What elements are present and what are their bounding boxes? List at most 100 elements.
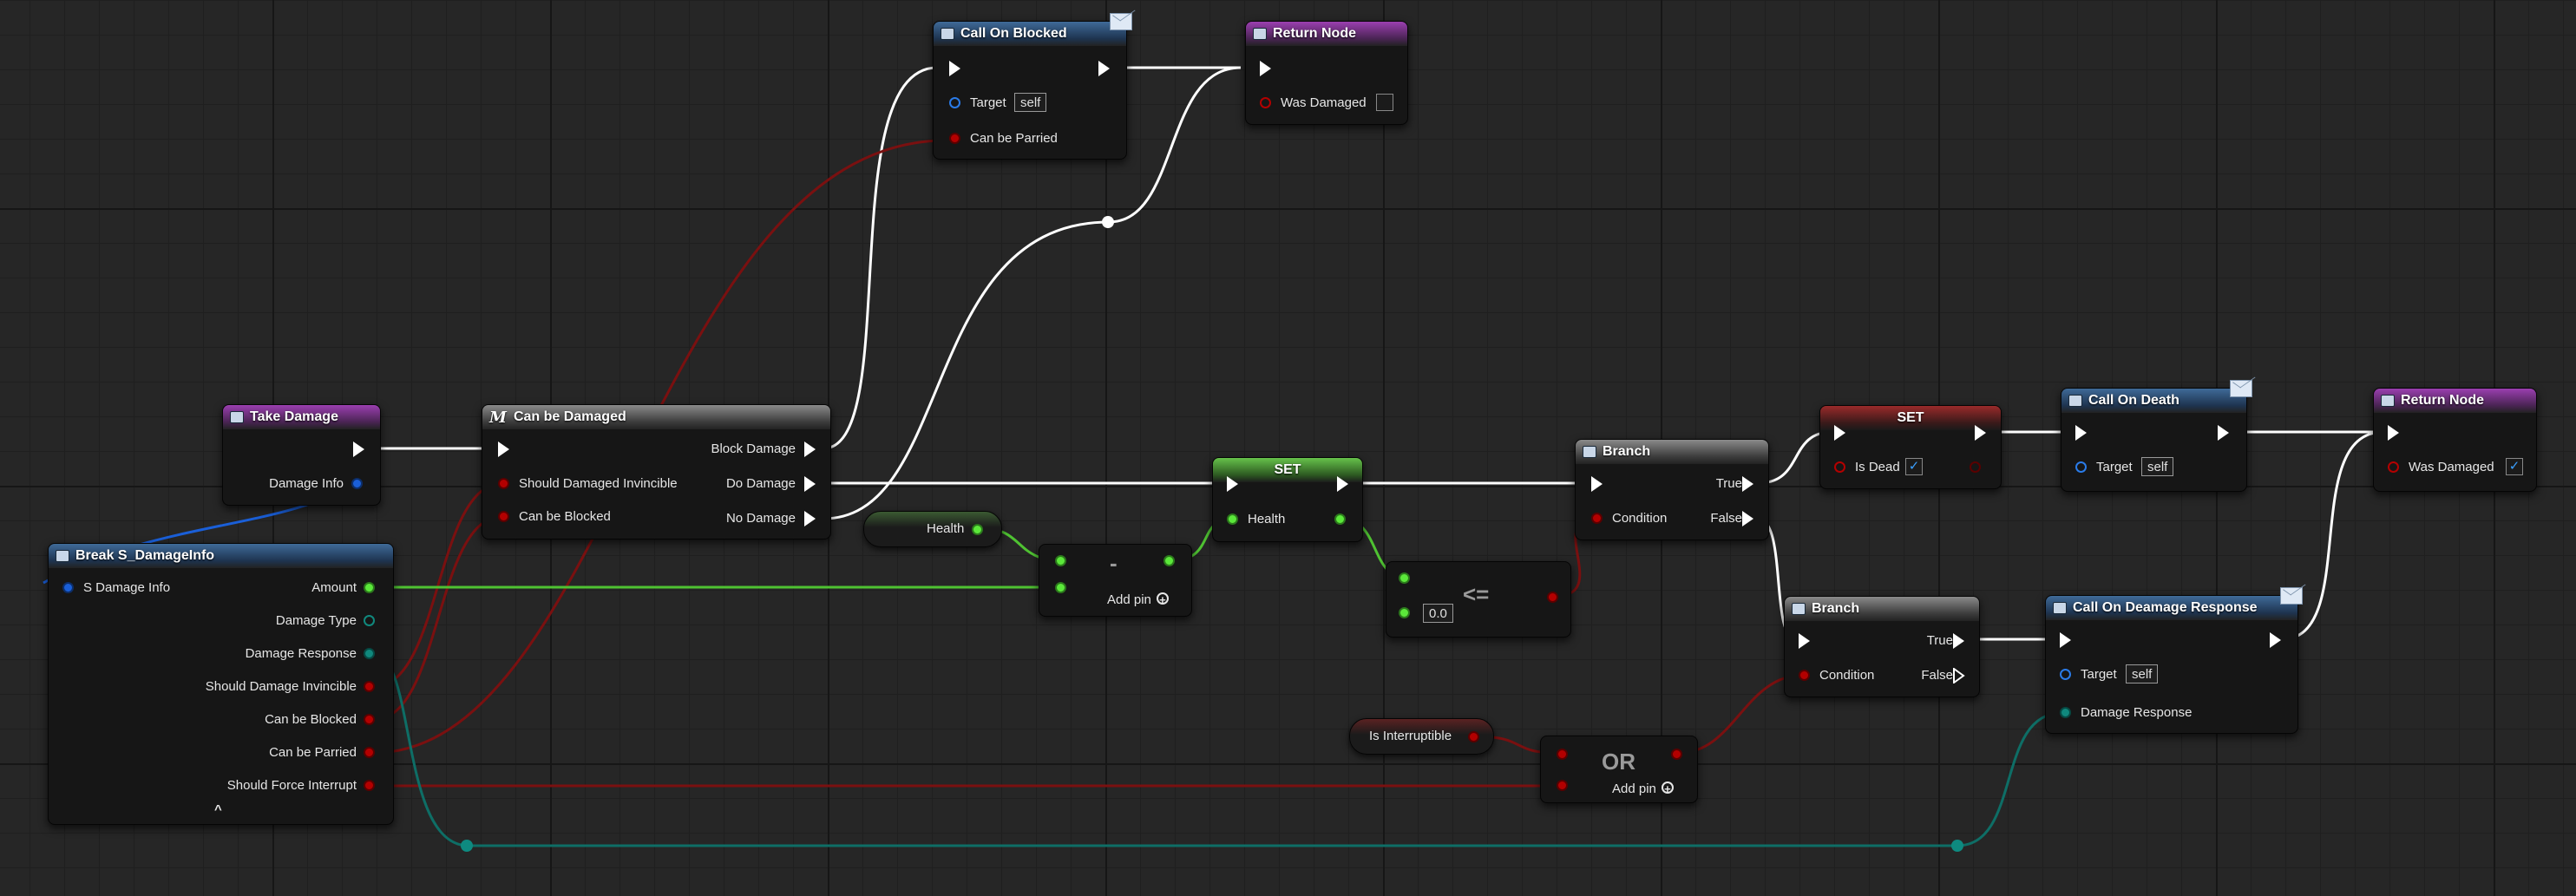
- exec-out-pin[interactable]: [353, 441, 364, 457]
- or-node[interactable]: OR Add pin +: [1540, 736, 1698, 803]
- target-value[interactable]: self: [2141, 457, 2174, 476]
- condition-pin[interactable]: [1799, 670, 1810, 681]
- input-a-pin[interactable]: [1399, 572, 1410, 584]
- param-label: Can be Parried: [970, 131, 1058, 146]
- break-struct-icon: [56, 550, 69, 562]
- exec-out-pin[interactable]: [1337, 476, 1348, 492]
- is-dead-out-pin[interactable]: [1970, 461, 1981, 473]
- is-dead-checkbox[interactable]: ✓: [1905, 458, 1923, 475]
- node-header: Branch: [1576, 440, 1768, 464]
- exec-true-pin[interactable]: [1953, 633, 1964, 649]
- input-a-pin[interactable]: [1055, 555, 1066, 566]
- add-pin-icon[interactable]: +: [1661, 782, 1674, 795]
- take-damage-event-node[interactable]: Take Damage Damage Info: [222, 404, 381, 506]
- add-pin-label[interactable]: Add pin +: [1107, 592, 1169, 607]
- is-dead-in-pin[interactable]: [1834, 461, 1845, 473]
- less-equal-node[interactable]: 0.0 <=: [1386, 561, 1571, 638]
- set-is-dead-node[interactable]: SET Is Dead ✓: [1819, 405, 2002, 489]
- exec-in-pin[interactable]: [2388, 425, 2399, 441]
- exec-in-pin[interactable]: [1834, 425, 1845, 441]
- exec-in-pin[interactable]: [498, 441, 509, 457]
- was-damaged-pin[interactable]: [2388, 461, 2399, 473]
- break-struct-node[interactable]: Break S_DamageInfo S Damage Info Amount …: [48, 543, 394, 825]
- exec-in-pin[interactable]: [1260, 61, 1271, 76]
- set-health-node[interactable]: SET Health: [1212, 457, 1363, 542]
- exec-in-pin[interactable]: [1227, 476, 1238, 492]
- exec-in-pin[interactable]: [1799, 633, 1810, 649]
- condition-pin[interactable]: [1591, 513, 1603, 524]
- message-envelope-icon: [1110, 13, 1132, 30]
- call-on-damage-response-node[interactable]: Call On Deamage Response Target self Dam…: [2045, 587, 2303, 734]
- exec-in-pin[interactable]: [2060, 632, 2071, 648]
- subtract-node[interactable]: - Add pin +: [1039, 544, 1192, 617]
- health-in-pin[interactable]: [1227, 513, 1238, 525]
- damage-type-pin[interactable]: [364, 615, 375, 626]
- result-pin[interactable]: [1671, 749, 1682, 760]
- should-force-interrupt-pin[interactable]: [364, 780, 375, 791]
- result-pin[interactable]: [1163, 555, 1175, 566]
- return-node-top[interactable]: Return Node Was Damaged: [1245, 21, 1408, 125]
- amount-pin[interactable]: [364, 582, 375, 593]
- damage-response-pin[interactable]: [2060, 707, 2071, 718]
- was-damaged-checkbox[interactable]: ✓: [2506, 458, 2523, 475]
- should-damage-invincible-pin[interactable]: [364, 681, 375, 692]
- node-header: Break S_DamageInfo: [49, 544, 393, 568]
- input-b-pin[interactable]: [1055, 582, 1066, 593]
- exec-out-pin[interactable]: [2270, 632, 2281, 648]
- add-pin-icon[interactable]: +: [1156, 592, 1169, 605]
- exec-wire: [823, 66, 938, 450]
- exec-out-pin[interactable]: [2218, 425, 2229, 441]
- exec-false-pin[interactable]: [1742, 511, 1753, 526]
- branch-node-1[interactable]: Branch Condition True False: [1575, 439, 1769, 540]
- target-label: Target: [2096, 460, 2133, 474]
- exec-in-pin[interactable]: [1591, 476, 1603, 492]
- exec-out-pin[interactable]: [804, 441, 816, 457]
- result-pin[interactable]: [1547, 592, 1558, 603]
- node-title: Take Damage: [250, 409, 338, 424]
- get-health-variable-node[interactable]: Health: [863, 511, 1002, 547]
- can-be-damaged-macro-node[interactable]: M Can be Damaged Should Damaged Invincib…: [482, 404, 831, 540]
- target-pin[interactable]: [2060, 669, 2071, 680]
- damage-response-pin[interactable]: [364, 648, 375, 659]
- call-on-death-node[interactable]: Call On Death Target self: [2061, 380, 2252, 492]
- exec-out-pin[interactable]: [804, 511, 816, 526]
- operator-label: -: [1110, 550, 1118, 576]
- branch-node-2[interactable]: Branch Condition True False: [1784, 596, 1980, 697]
- was-damaged-pin[interactable]: [1260, 97, 1271, 108]
- input-b-pin[interactable]: [1399, 607, 1410, 618]
- node-title: Branch: [1603, 444, 1651, 459]
- target-value[interactable]: self: [2126, 664, 2159, 683]
- health-out-pin[interactable]: [972, 524, 983, 535]
- return-node-right[interactable]: Return Node Was Damaged ✓: [2373, 388, 2537, 492]
- exec-out-pin[interactable]: [804, 476, 816, 492]
- was-damaged-checkbox[interactable]: [1376, 94, 1393, 111]
- collapse-chevron-icon[interactable]: ^: [214, 802, 222, 817]
- add-pin-label[interactable]: Add pin +: [1612, 782, 1674, 796]
- exec-in-pin[interactable]: [949, 61, 960, 76]
- input-pin[interactable]: [498, 511, 509, 522]
- can-be-parried-pin[interactable]: [364, 747, 375, 758]
- node-title: Call On Blocked: [960, 26, 1067, 41]
- input-pin[interactable]: [498, 478, 509, 489]
- target-pin[interactable]: [2075, 461, 2087, 473]
- call-on-blocked-node[interactable]: Call On Blocked Target self Can be Parri…: [933, 13, 1132, 160]
- input-b-pin[interactable]: [1557, 780, 1568, 791]
- add-pin-text: Add pin: [1107, 592, 1151, 607]
- damage-info-pin[interactable]: [351, 478, 363, 489]
- exec-true-pin[interactable]: [1742, 476, 1753, 492]
- exec-out-pin[interactable]: [1975, 425, 1986, 441]
- can-be-parried-pin[interactable]: [949, 133, 960, 144]
- can-be-blocked-pin[interactable]: [364, 714, 375, 725]
- get-is-interruptible-variable-node[interactable]: Is Interruptible: [1349, 718, 1494, 755]
- exec-in-pin[interactable]: [2075, 425, 2087, 441]
- target-label: Target: [970, 95, 1006, 110]
- exec-out-pin[interactable]: [1098, 61, 1110, 76]
- struct-input-pin[interactable]: [62, 582, 74, 593]
- condition-label: Condition: [1612, 511, 1668, 526]
- target-pin[interactable]: [949, 97, 960, 108]
- target-value[interactable]: self: [1014, 93, 1047, 112]
- compare-value-input[interactable]: 0.0: [1423, 604, 1453, 623]
- health-out-pin[interactable]: [1334, 513, 1346, 525]
- is-interruptible-out-pin[interactable]: [1468, 731, 1479, 742]
- input-a-pin[interactable]: [1557, 749, 1568, 760]
